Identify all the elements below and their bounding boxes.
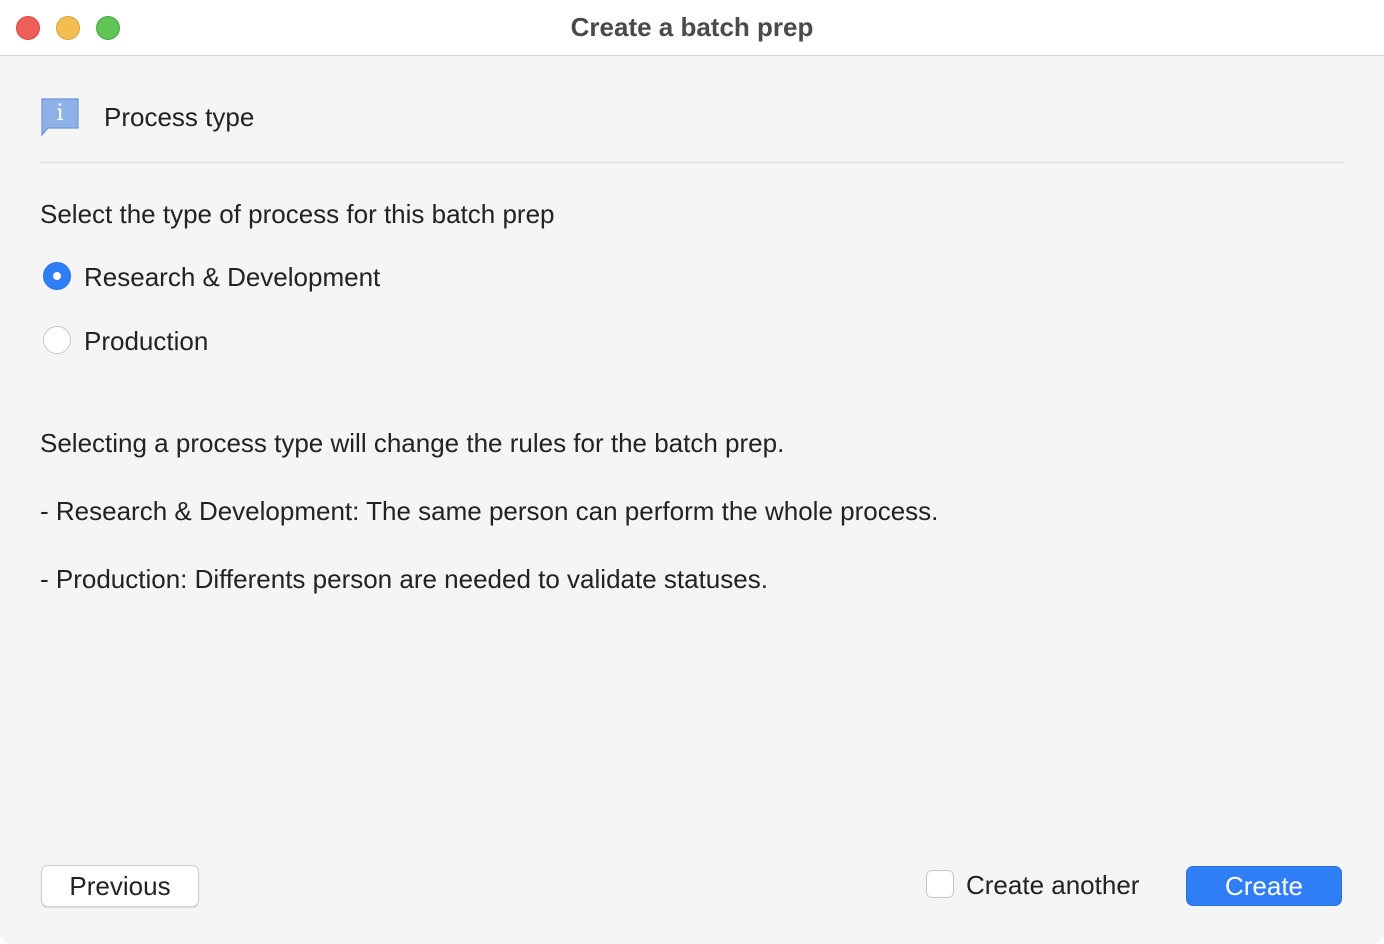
section-title: Process type bbox=[104, 102, 255, 132]
description-intro: Selecting a process type will change the… bbox=[40, 428, 785, 458]
create-another-label[interactable]: Create another bbox=[966, 870, 1139, 900]
title-bar: Create a batch prep bbox=[0, 0, 1384, 56]
radio-option-research-development[interactable]: Research & Development bbox=[43, 262, 543, 294]
dialog-window: Create a batch prep i Process type Selec… bbox=[0, 0, 1384, 944]
create-button[interactable]: Create bbox=[1186, 866, 1342, 906]
create-another-option[interactable]: Create another bbox=[926, 869, 1166, 901]
radio-button-selected[interactable] bbox=[43, 262, 71, 290]
description-production: - Production: Differents person are need… bbox=[40, 564, 768, 594]
radio-label[interactable]: Research & Development bbox=[84, 262, 380, 292]
section-header: i Process type bbox=[40, 94, 640, 138]
svg-text:i: i bbox=[56, 101, 63, 126]
window-title: Create a batch prep bbox=[570, 12, 814, 42]
info-bubble-icon: i bbox=[41, 98, 79, 137]
previous-button[interactable]: Previous bbox=[41, 865, 199, 907]
radio-option-production[interactable]: Production bbox=[43, 326, 543, 358]
create-another-checkbox[interactable] bbox=[926, 870, 954, 898]
description-research-development: - Research & Development: The same perso… bbox=[40, 496, 939, 526]
radio-button-unselected[interactable] bbox=[43, 326, 71, 354]
radio-label[interactable]: Production bbox=[84, 326, 208, 356]
section-divider bbox=[40, 162, 1344, 163]
process-type-prompt: Select the type of process for this batc… bbox=[40, 199, 555, 229]
